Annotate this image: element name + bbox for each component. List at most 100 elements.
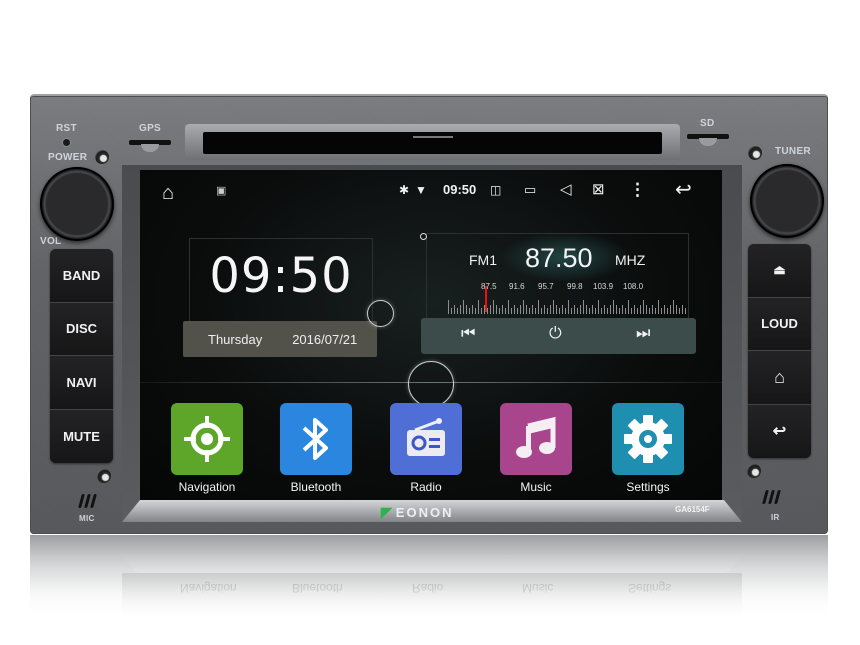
settings-tile	[612, 403, 684, 475]
scale-label: 87.5	[481, 282, 497, 291]
scale-tick	[595, 308, 596, 314]
app-label: Navigation	[178, 480, 236, 494]
scale-tick	[481, 308, 482, 314]
scale-tick	[556, 305, 557, 314]
scale-tick	[532, 305, 533, 314]
scale-tick	[592, 305, 593, 314]
home-hw-button[interactable]: ⌂	[748, 351, 811, 405]
scale-tick	[658, 300, 659, 314]
close-app-icon[interactable]: ⊠	[592, 182, 605, 197]
scale-tick	[526, 305, 527, 314]
reset-pinhole[interactable]	[63, 139, 70, 146]
power-label: POWER	[48, 152, 88, 163]
app-navigation[interactable]: Navigation	[170, 403, 244, 494]
scale-tick	[622, 305, 623, 314]
radio-tile	[390, 403, 462, 475]
frequency-unit: MHZ	[615, 252, 646, 268]
scale-tick	[553, 300, 554, 314]
vol-label: VOL	[40, 236, 62, 247]
radio-controls: ⏮ ⏻ ⏭	[421, 318, 696, 354]
right-screw	[747, 464, 761, 478]
volume-icon[interactable]: ◁	[560, 182, 572, 197]
scale-tick	[625, 308, 626, 314]
model-number: GA6154F	[675, 505, 710, 514]
band-button[interactable]: BAND	[50, 249, 113, 303]
rst-label: RST	[56, 123, 77, 134]
scale-tick	[538, 300, 539, 314]
disc-slot-marker	[412, 136, 453, 138]
status-bar: ⌂ ▣ ✱ ▼ 09:50 ◫ ▭ ◁ ⊠ ⋮ ↩	[140, 170, 722, 208]
crosshair-icon	[184, 416, 230, 462]
scale-tick	[652, 305, 653, 314]
radio-frequency: 87.50	[525, 243, 593, 273]
app-settings[interactable]: Settings	[611, 403, 685, 494]
sd-card-slot[interactable]	[687, 134, 729, 146]
back-icon: ↩	[772, 423, 787, 441]
app-radio[interactable]: Radio	[389, 403, 463, 494]
tuner-knob[interactable]	[750, 164, 824, 238]
led-indicator	[95, 150, 109, 164]
date-text: 2016/07/21	[292, 331, 358, 347]
brand-name: EONON	[395, 505, 454, 520]
gallery-icon[interactable]: ▣	[216, 186, 226, 197]
scale-tick	[610, 305, 611, 314]
scale-tick	[472, 305, 473, 314]
previous-station-button[interactable]: ⏮	[461, 326, 475, 342]
app-bluetooth[interactable]: Bluetooth	[279, 403, 353, 494]
sd-label: SD	[700, 118, 715, 129]
app-music[interactable]: Music	[499, 403, 573, 494]
tuning-needle[interactable]	[485, 286, 487, 312]
power-volume-knob[interactable]	[40, 167, 114, 241]
loud-button[interactable]: LOUD	[748, 297, 811, 351]
scale-tick	[676, 305, 677, 314]
scale-tick	[568, 300, 569, 314]
scale-tick	[517, 308, 518, 314]
scale-tick	[541, 308, 542, 314]
reflection-fade	[30, 535, 828, 645]
status-time: 09:50	[443, 182, 477, 197]
scale-tick	[505, 308, 506, 314]
scale-tick	[535, 308, 536, 314]
next-station-button[interactable]: ⏭	[636, 326, 650, 342]
disc-button[interactable]: DISC	[50, 302, 113, 356]
scale-tick	[655, 308, 656, 314]
radio-icon	[407, 418, 445, 456]
mic-grille	[78, 494, 97, 508]
radio-band[interactable]: FM1	[469, 252, 497, 268]
ir-label: IR	[771, 513, 780, 522]
back-hw-button[interactable]: ↩	[748, 404, 811, 458]
radio-power-button[interactable]: ⏻	[549, 326, 562, 342]
screenshot-icon[interactable]: ◫	[490, 184, 501, 196]
disc-slot[interactable]	[185, 124, 680, 160]
frequency-scale[interactable]: 87.5 91.6 95.7 99.8 103.9 108.0	[448, 282, 688, 318]
scale-label: 108.0	[623, 282, 644, 291]
recent-apps-icon[interactable]: ▭	[524, 183, 536, 196]
scale-tick	[490, 305, 491, 314]
eject-icon: ⏏	[773, 262, 786, 278]
scale-tick	[619, 308, 620, 314]
mute-button[interactable]: MUTE	[50, 409, 113, 463]
scale-tick	[544, 305, 545, 314]
scale-tick	[457, 308, 458, 314]
scale-tick	[475, 308, 476, 314]
music-tile	[500, 403, 572, 475]
scale-tick	[640, 305, 641, 314]
scale-tick	[682, 305, 683, 314]
app-label: Radio	[410, 480, 442, 494]
back-icon[interactable]: ↩	[675, 180, 692, 200]
home-icon[interactable]: ⌂	[162, 183, 174, 203]
scale-tick	[574, 305, 575, 314]
navi-button[interactable]: NAVI	[50, 356, 113, 410]
app-label: Settings	[626, 480, 670, 494]
eject-button[interactable]: ⏏	[748, 244, 811, 298]
scale-tick	[463, 300, 464, 314]
tuner-indicator	[748, 146, 762, 160]
menu-icon[interactable]: ⋮	[629, 181, 646, 198]
scale-tick	[529, 308, 530, 314]
gps-card-slot[interactable]	[129, 140, 171, 152]
ir-grille	[762, 490, 781, 504]
clock-time[interactable]: 09:50	[189, 248, 373, 304]
scale-tick	[661, 308, 662, 314]
scale-tick	[454, 305, 455, 314]
scale-tick	[586, 305, 587, 314]
